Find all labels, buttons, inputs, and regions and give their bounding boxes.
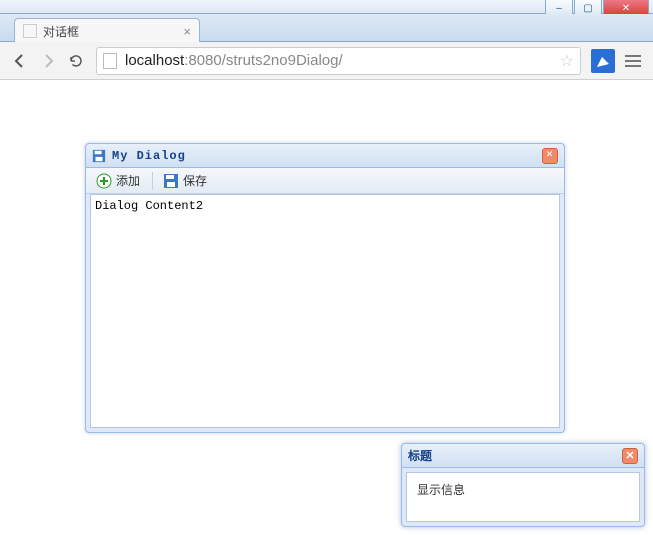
save-icon <box>163 173 179 189</box>
forward-button[interactable] <box>34 47 62 75</box>
tab-title: 对话框 <box>43 23 79 40</box>
menu-button[interactable] <box>619 47 647 75</box>
tab-strip: 对话框 × <box>0 14 653 42</box>
back-button[interactable] <box>6 47 34 75</box>
extension-icon <box>596 54 610 68</box>
bookmark-star-icon[interactable]: ☆ <box>560 51 574 71</box>
add-button[interactable]: 添加 <box>90 170 146 191</box>
hamburger-icon <box>625 55 641 57</box>
info-message: 显示信息 <box>417 483 465 497</box>
page-content: My Dialog ✕ 添加 保存 Dialog C <box>0 80 653 535</box>
browser-tab[interactable]: 对话框 × <box>14 18 200 43</box>
tab-favicon-icon <box>23 24 37 38</box>
add-label: 添加 <box>116 172 140 189</box>
info-dialog-body: 显示信息 <box>406 472 640 522</box>
dialog-toolbar: 添加 保存 <box>86 168 564 194</box>
tab-close-button[interactable]: × <box>183 24 191 39</box>
address-host: localhost <box>125 52 184 69</box>
address-bar[interactable]: localhost:8080/struts2no9Dialog/ ☆ <box>96 47 581 75</box>
add-icon <box>96 173 112 189</box>
dialog-close-button[interactable]: ✕ <box>542 148 558 164</box>
arrow-left-icon <box>12 53 28 69</box>
save-label: 保存 <box>183 172 207 189</box>
dialog-title: My Dialog <box>112 150 186 162</box>
floppy-icon <box>92 149 106 163</box>
info-dialog-header[interactable]: 标题 ✕ <box>402 444 644 468</box>
reload-button[interactable] <box>62 47 90 75</box>
browser-toolbar: localhost:8080/struts2no9Dialog/ ☆ <box>0 42 653 80</box>
info-dialog-title: 标题 <box>408 447 432 464</box>
dialog-header[interactable]: My Dialog ✕ <box>86 144 564 168</box>
page-icon <box>103 53 117 69</box>
info-dialog-close-button[interactable]: ✕ <box>622 448 638 464</box>
address-path: :8080/struts2no9Dialog/ <box>184 52 342 69</box>
info-dialog: 标题 ✕ 显示信息 <box>401 443 645 527</box>
save-button[interactable]: 保存 <box>157 170 213 191</box>
toolbar-separator <box>152 172 153 190</box>
extension-button[interactable] <box>591 49 615 73</box>
reload-icon <box>68 53 84 69</box>
dialog-content-text: Dialog Content2 <box>95 199 203 213</box>
arrow-right-icon <box>40 53 56 69</box>
dialog-body: Dialog Content2 <box>90 194 560 428</box>
main-dialog: My Dialog ✕ 添加 保存 Dialog C <box>85 143 565 433</box>
